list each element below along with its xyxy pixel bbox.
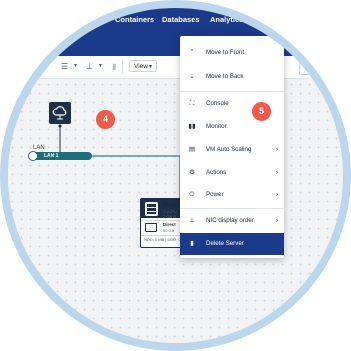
power-icon: ⏻ [189,191,195,198]
menu-actions[interactable]: ⚙ Actions › [180,162,284,184]
connection-lines [58,124,181,198]
lan-bar-label: LAN 1 [44,153,59,159]
nic-icon: ⊥ [189,217,195,224]
menu-label: Move to Front [206,49,245,56]
menu-label: Actions [206,169,227,176]
chevron-right-icon: › [276,170,278,176]
disk-icon [145,223,157,232]
disk-name: Direct [163,222,176,227]
menu-vm-auto-scaling[interactable]: ▤ VM Auto Scaling › [180,139,284,161]
menu-move-to-front[interactable]: ⌃ Move to Front [180,42,284,64]
chevron-up-icon: ⌃ [189,49,195,56]
scaling-icon: ▤ [188,146,196,153]
monitor-icon: ▮▮ [188,123,196,130]
server-icon [145,202,158,216]
menu-power[interactable]: ⏻ Power › [180,184,284,206]
menu-label: VM Auto Scaling [206,146,252,153]
chevron-down-icon: ⌄ [189,73,195,80]
menu-label: Power [206,191,224,198]
step-badge-4: 4 [96,110,115,129]
menu-delete-server[interactable]: ▮ Delete Server [180,233,284,255]
menu-monitor[interactable]: ▮▮ Monitor [180,116,284,138]
trash-icon: ▮ [190,240,194,247]
menu-label: Console [206,100,229,107]
menu-label: Delete Server [206,240,244,247]
menu-divider [180,91,284,92]
menu-nic-display-order[interactable]: ⊥ NIC display order › [180,210,284,232]
chevron-right-icon: › [276,147,278,153]
menu-label: Monitor [206,123,227,130]
cloud-icon [52,106,67,120]
disk-size: 50 GB [163,228,175,233]
gear-icon: ⚙ [189,169,195,176]
lan-label: LAN [33,145,45,151]
chevron-right-icon: › [276,218,278,224]
chevron-right-icon: › [276,192,278,198]
console-icon: ⛶ [189,100,195,107]
lan-port-icon [28,151,38,161]
server-name: Cube [163,202,177,208]
server-footer: NDD: 0 MB | DDD: 0 [144,237,181,242]
server-ram: 2 GB R [163,214,177,219]
menu-divider [180,208,284,209]
zoom-circle: Containers Databases Analytics ☰ ▼ ⊥ ▼ ▮… [8,8,343,343]
context-menu: ⌃ Move to Front ⌄ Move to Back ⛶ Console… [180,36,284,258]
menu-move-to-back[interactable]: ⌄ Move to Back [180,66,284,88]
menu-label: Move to Back [206,73,244,80]
menu-label: NIC display order [206,217,254,224]
internet-node[interactable] [49,102,71,124]
lan-bar[interactable] [32,152,92,160]
screenshot-frame: Containers Databases Analytics ☰ ▼ ⊥ ▼ ▮… [0,0,351,351]
